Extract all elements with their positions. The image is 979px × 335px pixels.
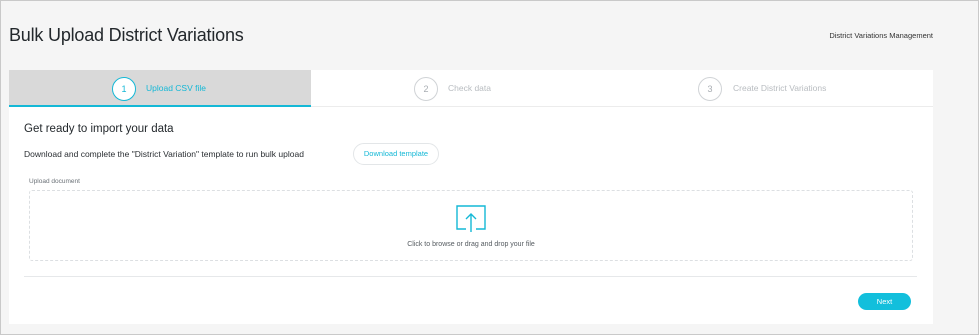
upload-card: 1 Upload CSV file 2 Check data 3 Create … xyxy=(9,70,933,324)
step-number-badge: 3 xyxy=(698,77,722,101)
instruction-text: Download and complete the "District Vari… xyxy=(24,149,304,159)
step-check-data[interactable]: 2 Check data xyxy=(311,70,611,106)
dropzone-text: Click to browse or drag and drop your fi… xyxy=(407,241,535,248)
step-label: Check data xyxy=(448,83,491,93)
stepper: 1 Upload CSV file 2 Check data 3 Create … xyxy=(9,70,933,107)
page-title: Bulk Upload District Variations xyxy=(9,25,244,45)
upload-document-label: Upload document xyxy=(29,178,80,185)
app-frame: Bulk Upload District Variations District… xyxy=(0,0,979,335)
step-number-badge: 2 xyxy=(414,77,438,101)
step-upload-csv[interactable]: 1 Upload CSV file xyxy=(9,70,311,107)
breadcrumb[interactable]: District Variations Management xyxy=(829,31,933,40)
upload-icon xyxy=(456,205,486,232)
section-heading: Get ready to import your data xyxy=(24,123,174,135)
file-dropzone[interactable]: Click to browse or drag and drop your fi… xyxy=(29,190,913,261)
next-button[interactable]: Next xyxy=(858,293,911,310)
divider xyxy=(24,276,917,277)
step-number-badge: 1 xyxy=(112,77,136,101)
download-template-button[interactable]: Download template xyxy=(353,143,439,165)
step-label: Upload CSV file xyxy=(146,83,207,93)
step-create-district-variations[interactable]: 3 Create District Variations xyxy=(611,70,933,106)
step-label: Create District Variations xyxy=(733,83,827,93)
